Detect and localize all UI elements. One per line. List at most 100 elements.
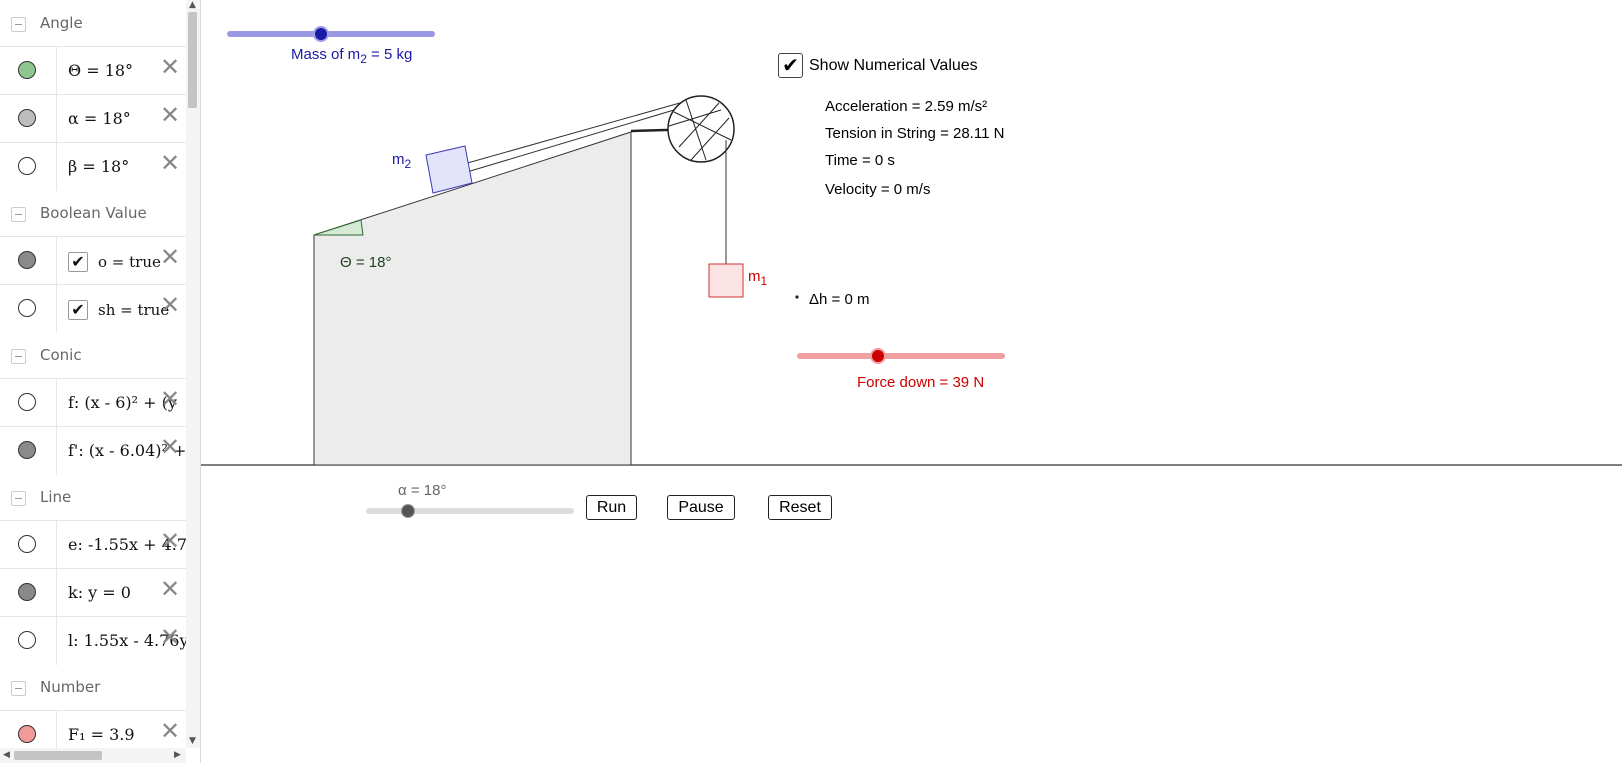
delta-h-point: [795, 295, 799, 299]
pulley: [667, 95, 735, 163]
show-values-label[interactable]: Show Numerical Values: [809, 57, 978, 75]
theta-label: Θ = 18°: [340, 254, 392, 271]
mass-label-prefix: Mass of m: [291, 46, 361, 63]
group-header[interactable]: Angle: [0, 0, 186, 46]
horizontal-scrollbar[interactable]: ◀ ▶: [0, 748, 186, 763]
pause-button[interactable]: Pause: [667, 495, 735, 520]
group-header[interactable]: Line: [0, 474, 186, 520]
visibility-cell: [0, 285, 57, 333]
visibility-toggle-icon[interactable]: [18, 583, 36, 601]
mass-label-suffix: = 5 kg: [366, 46, 413, 63]
visibility-cell: [0, 617, 57, 665]
collapse-icon[interactable]: [11, 681, 26, 696]
group-header[interactable]: Number: [0, 664, 186, 710]
run-button[interactable]: Run: [586, 495, 637, 520]
visibility-cell: [0, 569, 57, 617]
algebra-row[interactable]: ✔ o = true ✕: [0, 236, 186, 285]
alpha-slider[interactable]: [366, 503, 574, 523]
delete-icon[interactable]: ✕: [160, 623, 180, 651]
scroll-thumb[interactable]: [14, 751, 102, 760]
algebra-row[interactable]: β = 18° ✕: [0, 142, 186, 191]
visibility-toggle-icon[interactable]: [18, 61, 36, 79]
scroll-up-icon[interactable]: ▲: [189, 0, 196, 10]
collapse-icon[interactable]: [11, 491, 26, 506]
theta-angle-marker: [313, 219, 364, 236]
boolean-checkbox[interactable]: ✔: [68, 252, 88, 272]
mass-slider-knob[interactable]: [312, 26, 329, 42]
visibility-toggle-icon[interactable]: [18, 299, 36, 317]
alpha-slider-knob[interactable]: [400, 504, 415, 518]
time-value: Time = 0 s: [825, 152, 895, 169]
visibility-toggle-icon[interactable]: [18, 251, 36, 269]
visibility-cell: [0, 47, 57, 95]
group-header[interactable]: Boolean Value: [0, 190, 186, 236]
scroll-left-icon[interactable]: ◀: [3, 750, 10, 760]
algebra-row[interactable]: e: -1.55x + 4.76 ✕: [0, 520, 186, 569]
delta-h-label: Δh = 0 m: [809, 291, 870, 308]
group-header[interactable]: Conic: [0, 332, 186, 378]
group-title: Number: [40, 678, 101, 696]
checkmark-icon: ✔: [782, 53, 799, 77]
algebra-row[interactable]: k: y = 0 ✕: [0, 568, 186, 617]
algebra-row[interactable]: l: 1.55x - 4.76y ✕: [0, 616, 186, 665]
force-slider-label: Force down = 39 N: [857, 374, 985, 391]
collapse-icon[interactable]: [11, 207, 26, 222]
delete-icon[interactable]: ✕: [160, 243, 180, 271]
visibility-toggle-icon[interactable]: [18, 393, 36, 411]
delete-icon[interactable]: ✕: [160, 527, 180, 555]
m2-label: m2: [392, 151, 411, 171]
m1-label: m1: [748, 268, 767, 288]
boolean-checkbox[interactable]: ✔: [68, 300, 88, 320]
m1-label-sub: 1: [760, 274, 768, 288]
algebra-row[interactable]: Θ = 18° ✕: [0, 46, 186, 95]
algebra-row[interactable]: α = 18° ✕: [0, 94, 186, 143]
force-slider-track: [797, 353, 1005, 359]
delete-icon[interactable]: ✕: [160, 53, 180, 81]
visibility-cell: [0, 379, 57, 427]
visibility-toggle-icon[interactable]: [18, 157, 36, 175]
algebra-row[interactable]: f: (x - 6)² + (y ✕: [0, 378, 186, 427]
visibility-cell: [0, 95, 57, 143]
reset-button[interactable]: Reset: [768, 495, 832, 520]
force-slider-knob[interactable]: [870, 348, 887, 364]
visibility-cell: [0, 143, 57, 191]
scroll-down-icon[interactable]: ▼: [189, 736, 196, 746]
acceleration-value: Acceleration = 2.59 m/s²: [825, 98, 988, 115]
algebra-row[interactable]: f': (x - 6.04)² + ✕: [0, 426, 186, 475]
visibility-toggle-icon[interactable]: [18, 725, 36, 743]
tension-value: Tension in String = 28.11 N: [825, 125, 1005, 142]
delete-icon[interactable]: ✕: [160, 291, 180, 319]
show-values-checkbox[interactable]: ✔: [778, 53, 803, 78]
mass-slider-track: [227, 31, 435, 37]
algebra-row[interactable]: ✔ sh = true ✕: [0, 284, 186, 333]
delete-icon[interactable]: ✕: [160, 101, 180, 129]
group-title: Boolean Value: [40, 204, 147, 222]
visibility-toggle-icon[interactable]: [18, 535, 36, 553]
m1-label-base: m: [748, 268, 761, 285]
delete-icon[interactable]: ✕: [160, 433, 180, 461]
visibility-toggle-icon[interactable]: [18, 631, 36, 649]
m2-label-base: m: [392, 151, 405, 168]
graphics-view[interactable]: Mass of m2 = 5 kg m2 Θ = 18° m1 ✔ Show N…: [201, 0, 1622, 763]
visibility-cell: [0, 427, 57, 475]
scroll-right-icon[interactable]: ▶: [174, 750, 181, 760]
collapse-icon[interactable]: [11, 349, 26, 364]
delete-icon[interactable]: ✕: [160, 149, 180, 177]
m1-block: [708, 263, 744, 298]
delete-icon[interactable]: ✕: [160, 385, 180, 413]
group-title: Angle: [40, 14, 83, 32]
incline-block: [313, 131, 632, 466]
mass-slider[interactable]: [227, 26, 435, 46]
delete-icon[interactable]: ✕: [160, 717, 180, 745]
visibility-toggle-icon[interactable]: [18, 109, 36, 127]
visibility-toggle-icon[interactable]: [18, 441, 36, 459]
alpha-slider-label: α = 18°: [398, 482, 447, 499]
velocity-value: Velocity = 0 m/s: [825, 181, 931, 198]
delete-icon[interactable]: ✕: [160, 575, 180, 603]
collapse-icon[interactable]: [11, 17, 26, 32]
mass-label-sub: 2: [360, 52, 367, 66]
m2-label-sub: 2: [404, 157, 412, 171]
scroll-thumb[interactable]: [188, 12, 197, 108]
force-slider[interactable]: [797, 348, 1005, 368]
vertical-scrollbar[interactable]: ▲ ▼: [186, 0, 200, 748]
